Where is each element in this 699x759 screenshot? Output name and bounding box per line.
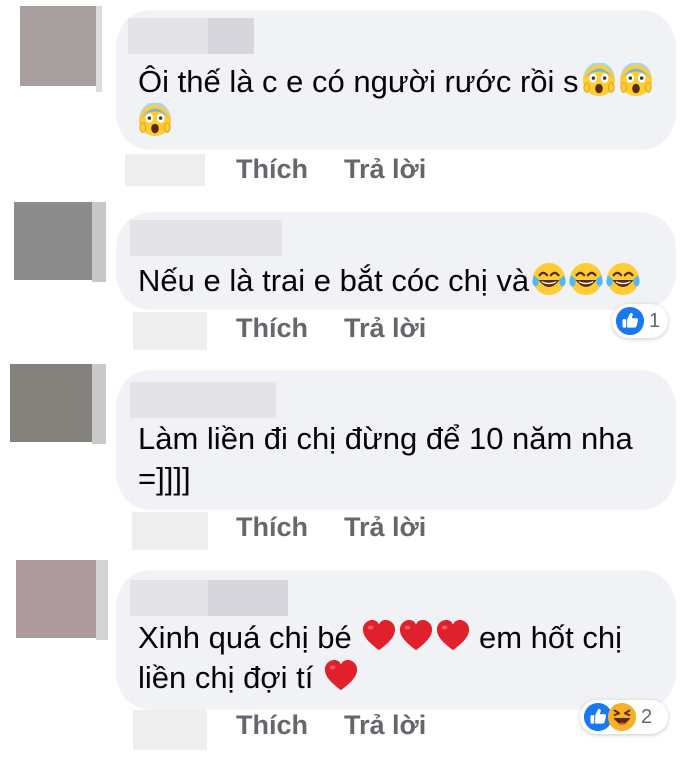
comment-text-line-2: =]]]]	[138, 461, 191, 496]
tears-of-joy-icon	[532, 262, 566, 296]
avatar[interactable]	[20, 6, 102, 92]
comment-text-line-2: liền chị đợi tí	[138, 659, 358, 697]
avatar[interactable]	[14, 202, 110, 282]
comment-text: Làm liền đi chị đừng để 10 năm nha	[138, 421, 633, 456]
like-button[interactable]: Thích	[236, 313, 308, 344]
reply-button[interactable]: Trả lời	[344, 313, 426, 344]
avatar[interactable]	[10, 364, 106, 444]
like-button[interactable]: Thích	[236, 512, 308, 543]
commenter-name[interactable]	[130, 580, 288, 616]
tears-of-joy-icon	[606, 262, 640, 296]
like-button[interactable]: Thích	[236, 154, 308, 185]
screaming-face-icon	[138, 103, 172, 137]
timestamp-blur	[132, 512, 208, 550]
red-heart-icon	[324, 659, 358, 693]
commenter-name[interactable]	[130, 220, 282, 256]
screaming-face-icon	[619, 63, 653, 97]
reaction-summary[interactable]: 1	[612, 304, 668, 338]
commenter-name[interactable]	[130, 382, 276, 418]
screaming-face-icon	[582, 63, 616, 97]
comment-text: Xinh quá chị bé em hốt chị	[138, 619, 622, 655]
avatar[interactable]	[16, 560, 108, 640]
reply-button[interactable]: Trả lời	[344, 710, 426, 741]
red-heart-icon	[362, 619, 396, 653]
red-heart-icon	[399, 619, 433, 653]
commenter-name[interactable]	[128, 18, 254, 54]
timestamp-blur	[125, 154, 205, 186]
like-icon	[615, 306, 645, 336]
reaction-count: 1	[649, 309, 661, 332]
comment-text: Nếu e là trai e bắt cóc chị và	[138, 262, 640, 300]
like-button[interactable]: Thích	[236, 710, 308, 741]
haha-icon	[607, 702, 637, 732]
comment-text: Ôi thế là c e có người rước rồi s	[138, 63, 653, 101]
reaction-count: 2	[641, 705, 653, 728]
avatar-blur	[10, 364, 92, 442]
tears-of-joy-icon	[569, 262, 603, 296]
red-heart-icon	[436, 619, 470, 653]
avatar-blur	[20, 6, 96, 86]
reaction-summary[interactable]: 2	[580, 700, 668, 734]
comment-text-line-2	[138, 103, 172, 141]
timestamp-blur	[133, 710, 207, 750]
reply-button[interactable]: Trả lời	[344, 512, 426, 543]
timestamp-blur	[133, 312, 207, 350]
reply-button[interactable]: Trả lời	[344, 154, 426, 185]
avatar-blur	[14, 202, 92, 280]
avatar-blur	[16, 560, 96, 638]
